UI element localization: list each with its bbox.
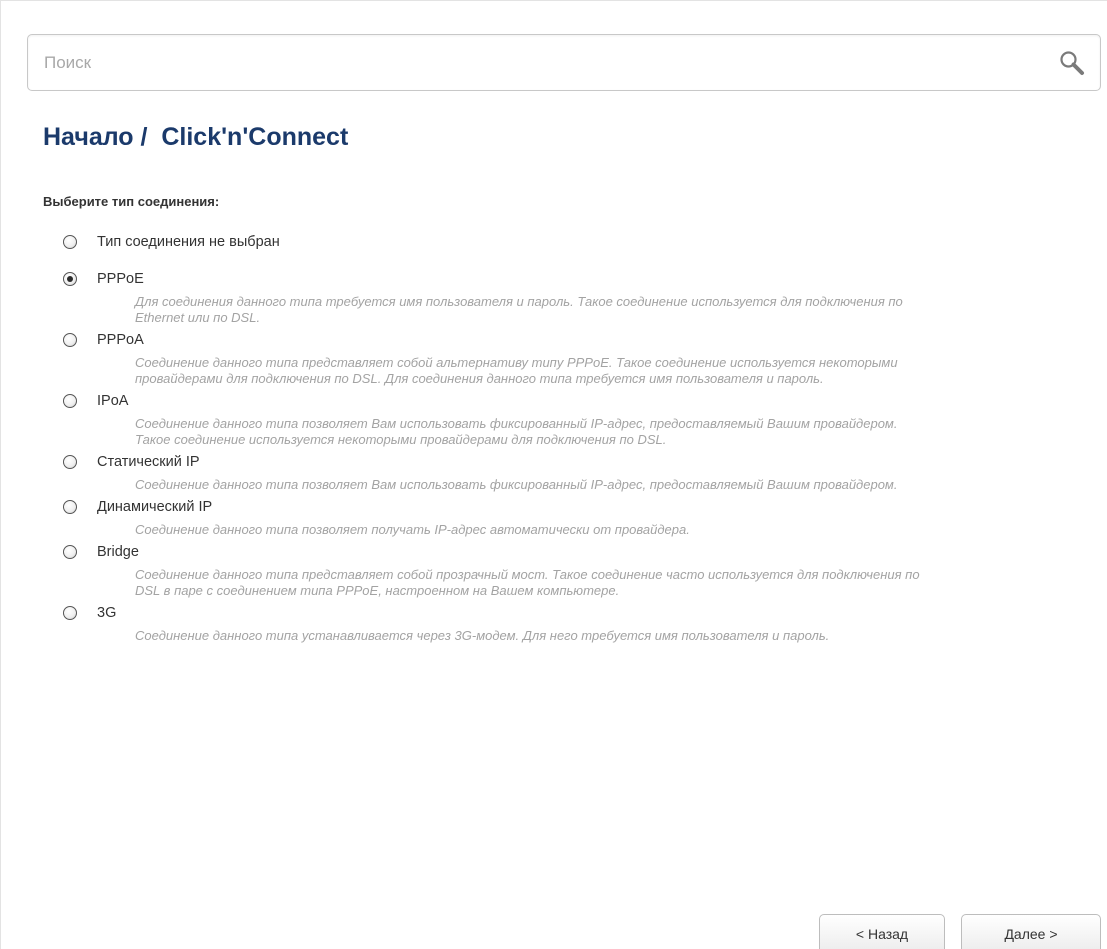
radio-none[interactable]	[63, 235, 77, 249]
page: Начало / Click'n'Connect Выберите тип со…	[0, 0, 1107, 949]
radio-dynamic-ip[interactable]	[63, 500, 77, 514]
option-row-static-ip[interactable]: Статический IP	[63, 452, 1063, 472]
option-label: Динамический IP	[97, 499, 213, 515]
search-input[interactable]	[40, 45, 1020, 81]
search-icon[interactable]	[1058, 49, 1086, 77]
option-label: Тип соединения не выбран	[97, 234, 280, 250]
option-description: Соединение данного типа позволяет получа…	[135, 522, 690, 537]
option-dynamic-ip: Динамический IP Соединение данного типа …	[63, 497, 1063, 538]
option-row-pppoa[interactable]: PPPoA	[63, 330, 1063, 350]
next-button[interactable]: Далее >	[961, 914, 1101, 949]
option-static-ip: Статический IP Соединение данного типа п…	[63, 452, 1063, 493]
page-title: Начало / Click'n'Connect	[43, 123, 349, 151]
radio-bridge[interactable]	[63, 545, 77, 559]
radio-pppoe[interactable]	[63, 272, 77, 286]
radio-pppoa[interactable]	[63, 333, 77, 347]
back-button[interactable]: < Назад	[819, 914, 945, 949]
option-label: PPPoA	[97, 332, 144, 348]
option-description: Соединение данного типа позволяет Вам ис…	[135, 477, 898, 492]
connection-type-options: Тип соединения не выбран PPPoE Для соеди…	[63, 232, 1063, 644]
option-label: Bridge	[97, 544, 139, 560]
radio-static-ip[interactable]	[63, 455, 77, 469]
option-bridge: Bridge Соединение данного типа представл…	[63, 542, 1063, 599]
option-pppoa: PPPoA Соединение данного типа представля…	[63, 330, 1063, 387]
option-description: Для соединения данного типа требуется им…	[135, 294, 903, 325]
option-label: IPoA	[97, 393, 129, 409]
option-description: Соединение данного типа представляет соб…	[135, 567, 920, 598]
option-description: Соединение данного типа позволяет Вам ис…	[135, 416, 898, 447]
option-label: Статический IP	[97, 454, 200, 470]
option-row-ipoa[interactable]: IPoA	[63, 391, 1063, 411]
option-3g: 3G Соединение данного типа устанавливает…	[63, 603, 1063, 644]
connection-type-label: Выберите тип соединения:	[43, 194, 220, 209]
option-row-dynamic-ip[interactable]: Динамический IP	[63, 497, 1063, 517]
option-pppoe: PPPoE Для соединения данного типа требуе…	[63, 269, 1063, 326]
option-row-pppoe[interactable]: PPPoE	[63, 269, 1063, 289]
option-row-bridge[interactable]: Bridge	[63, 542, 1063, 562]
option-description: Соединение данного типа устанавливается …	[135, 628, 830, 643]
option-label: PPPoE	[97, 271, 144, 287]
option-none: Тип соединения не выбран	[63, 232, 1063, 252]
option-row-3g[interactable]: 3G	[63, 603, 1063, 623]
option-ipoa: IPoA Соединение данного типа позволяет В…	[63, 391, 1063, 448]
option-label: 3G	[97, 605, 117, 621]
search-box	[27, 34, 1101, 91]
radio-3g[interactable]	[63, 606, 77, 620]
option-description: Соединение данного типа представляет соб…	[135, 355, 898, 386]
radio-ipoa[interactable]	[63, 394, 77, 408]
option-row-none[interactable]: Тип соединения не выбран	[63, 232, 1063, 252]
